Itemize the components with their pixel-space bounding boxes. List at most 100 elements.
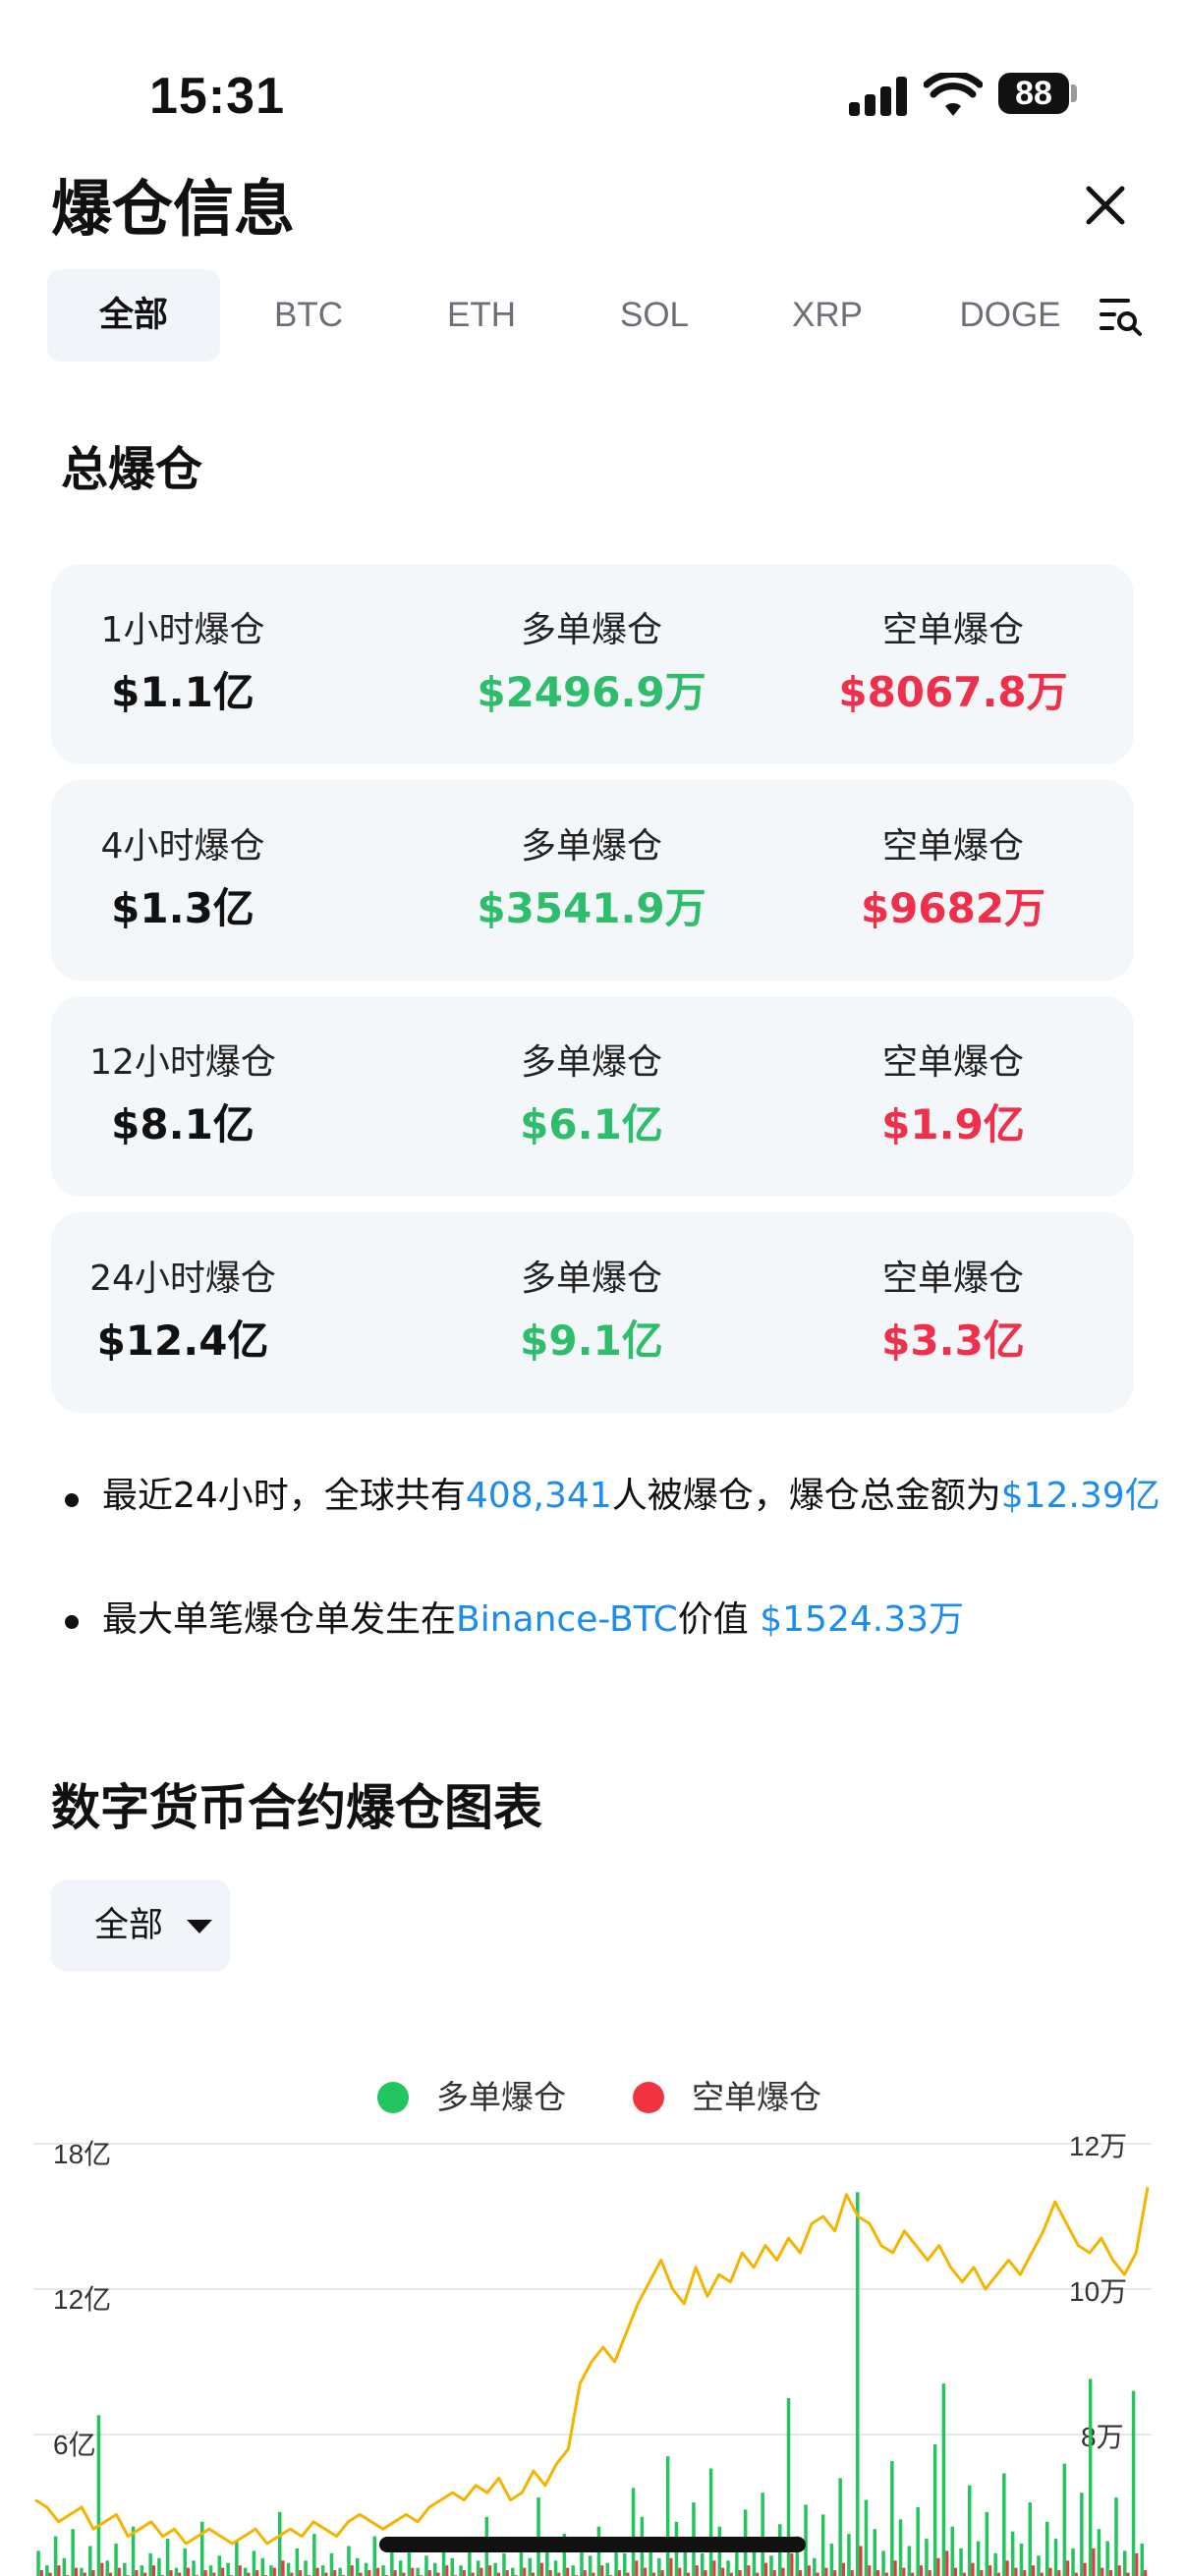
long-bar [114, 2544, 118, 2576]
short-bar [721, 2567, 725, 2576]
short-bar [833, 2570, 837, 2576]
tab-sol[interactable]: SOL [586, 269, 723, 362]
short-bar [790, 2552, 794, 2576]
long-bar [941, 2383, 946, 2576]
long-bar [235, 2541, 239, 2576]
short-bar [247, 2572, 251, 2576]
short-bar [1100, 2567, 1104, 2576]
short-bar [816, 2572, 819, 2576]
short-bar [57, 2565, 61, 2576]
largest-order-amount: $1524.33万 [760, 1599, 965, 1640]
long-bar [623, 2552, 627, 2576]
short-bar [290, 2572, 294, 2576]
long-bar [476, 2560, 480, 2576]
long-bar [80, 2567, 84, 2576]
long-bar [347, 2546, 351, 2576]
long-bar [657, 2557, 661, 2576]
long-bar [381, 2565, 385, 2576]
short-bar [583, 2570, 587, 2576]
short-bar [462, 2570, 466, 2576]
long-bar [708, 2468, 713, 2576]
long-bar [829, 2544, 834, 2576]
stat-long-label: 多单爆仓 [520, 1259, 662, 1299]
coin-filter-dropdown[interactable]: 全部 [51, 1880, 230, 1971]
short-bar [350, 2565, 354, 2576]
long-bar [252, 2550, 256, 2576]
stat-short-value: $9682万 [860, 884, 1046, 932]
caret-down-icon [187, 1920, 212, 1933]
long-bar [53, 2536, 58, 2576]
legend-long-dot [377, 2082, 409, 2113]
short-bar [1117, 2565, 1121, 2576]
largest-order-exchange-link[interactable]: Binance-BTC [456, 1599, 678, 1640]
cellular-signal-icon [849, 77, 908, 116]
stat-short-label: 空单爆仓 [881, 1259, 1024, 1299]
short-bar [187, 2567, 191, 2576]
long-bar [88, 2546, 92, 2576]
stat-long-label: 多单爆仓 [520, 610, 662, 650]
stat-period-label: 12小时爆仓 [89, 1042, 276, 1083]
tab-all[interactable]: 全部 [47, 269, 220, 362]
short-bar [445, 2565, 449, 2576]
short-bar [151, 2565, 155, 2576]
stat-long-value: $3541.9万 [477, 884, 706, 932]
stat-short-label: 空单爆仓 [881, 610, 1024, 650]
search-list-icon[interactable] [1099, 295, 1144, 338]
short-bar [91, 2570, 95, 2576]
stat-short: 空单爆仓 $3.3亿 [816, 1258, 1091, 1366]
tab-xrp[interactable]: XRP [759, 269, 896, 362]
short-bar [427, 2570, 431, 2576]
long-bar [36, 2550, 40, 2576]
short-bar [411, 2567, 415, 2576]
stat-long-label: 多单爆仓 [520, 826, 662, 867]
long-bar [588, 2555, 592, 2576]
short-bar [763, 2562, 767, 2576]
long-bar [1097, 2529, 1101, 2576]
short-bar [678, 2567, 682, 2576]
short-bar [712, 2560, 716, 2576]
short-bar [299, 2570, 303, 2576]
short-bar [954, 2567, 958, 2576]
long-bar [390, 2550, 394, 2576]
stat-short-value: $8067.8万 [838, 668, 1068, 716]
long-bar [838, 2478, 842, 2576]
close-icon[interactable] [1083, 183, 1128, 228]
short-bar [617, 2570, 621, 2576]
liquidation-chart[interactable]: 18亿 12亿 6亿 12万 10万 8万 [0, 2132, 1185, 2576]
long-bar [1123, 2550, 1127, 2576]
stat-long: 多单爆仓 $6.1亿 [454, 1041, 729, 1149]
long-bar [985, 2511, 989, 2576]
short-bar [39, 2570, 43, 2576]
long-bar [605, 2562, 609, 2576]
short-bar [255, 2570, 259, 2576]
long-bar [553, 2560, 558, 2576]
long-bar [1010, 2531, 1015, 2576]
summary-text-24h: 最近24小时，全球共有408,341人被爆仓，爆仓总金额为$12.39亿 [102, 1472, 1185, 1521]
long-bar [864, 2499, 869, 2576]
short-bar [324, 2572, 328, 2576]
long-bar [1053, 2539, 1058, 2576]
short-bar [893, 2560, 897, 2576]
long-bar [226, 2562, 230, 2576]
price-line [34, 2187, 1150, 2546]
stat-short: 空单爆仓 $9682万 [816, 825, 1091, 933]
tab-doge[interactable]: DOGE [931, 269, 1089, 362]
legend-short-label: 空单爆仓 [692, 2078, 821, 2116]
total-liquidation-title: 总爆仓 [61, 442, 203, 497]
tab-btc[interactable]: BTC [240, 269, 377, 362]
short-bar [600, 2565, 604, 2576]
short-bar [333, 2570, 337, 2576]
short-bar [471, 2572, 475, 2576]
long-bar [424, 2555, 428, 2576]
home-indicator[interactable] [379, 2537, 806, 2552]
long-bar [304, 2560, 308, 2576]
short-bar [376, 2567, 380, 2576]
tab-eth[interactable]: ETH [413, 269, 550, 362]
status-time: 15:31 [149, 68, 285, 125]
liquidated-people-count: 408,341 [465, 1476, 612, 1516]
stat-long-value: $9.1亿 [520, 1316, 663, 1365]
short-bar [315, 2567, 319, 2576]
stat-short-label: 空单爆仓 [881, 826, 1024, 867]
stat-card-4h: 4小时爆仓 $1.3亿 多单爆仓 $3541.9万 空单爆仓 $9682万 [51, 780, 1134, 980]
short-bar [781, 2567, 785, 2576]
